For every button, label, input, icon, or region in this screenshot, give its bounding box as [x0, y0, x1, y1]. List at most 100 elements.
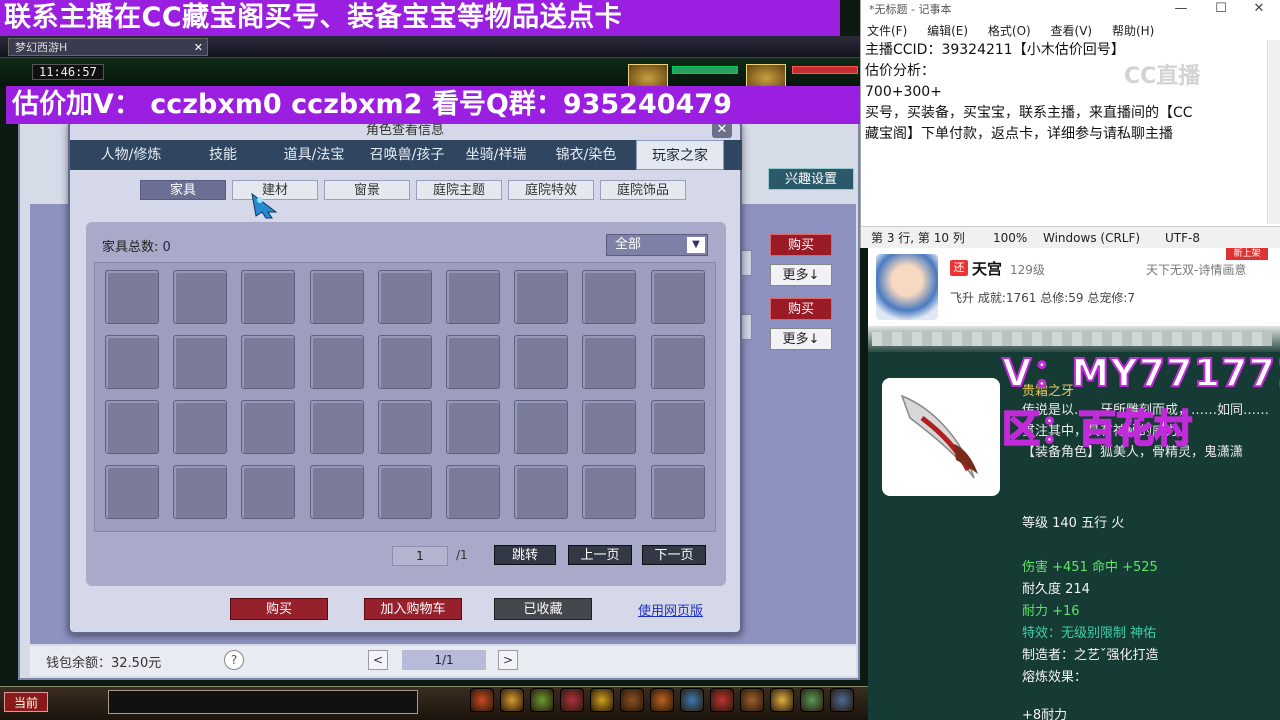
- interest-settings-button[interactable]: 兴趣设置: [768, 168, 854, 190]
- item-effect: 特效：无级别限制 神佑: [1022, 626, 1157, 641]
- furniture-slot[interactable]: [173, 335, 228, 389]
- hotbar-shortcut-icon[interactable]: [800, 688, 824, 712]
- menu-edit[interactable]: 编辑(E): [927, 24, 968, 38]
- menu-help[interactable]: 帮助(H): [1112, 24, 1154, 38]
- furniture-slot[interactable]: [105, 335, 159, 389]
- new-listing-badge: 新上架: [1226, 248, 1268, 260]
- menu-file[interactable]: 文件(F): [867, 24, 907, 38]
- furniture-slot[interactable]: [582, 270, 637, 324]
- furniture-slot[interactable]: [514, 465, 569, 519]
- buy-button[interactable]: 购买: [230, 598, 328, 620]
- listing-buy-button[interactable]: 购买: [770, 298, 832, 320]
- furniture-slot[interactable]: [241, 335, 296, 389]
- menu-view[interactable]: 查看(V): [1051, 24, 1093, 38]
- hotbar-shortcut-icon[interactable]: [470, 688, 494, 712]
- hotbar-shortcut-icon[interactable]: [650, 688, 674, 712]
- furniture-slot[interactable]: [650, 400, 705, 454]
- game-window-tab[interactable]: 梦幻西游H ✕: [8, 38, 208, 56]
- help-icon[interactable]: ?: [224, 650, 244, 670]
- hotbar-shortcut-icon[interactable]: [500, 688, 524, 712]
- subtab-window-view[interactable]: 窗景: [324, 180, 410, 200]
- favorited-button[interactable]: 已收藏: [494, 598, 592, 620]
- channel-current-button[interactable]: 当前: [4, 692, 48, 712]
- furniture-slot[interactable]: [377, 335, 432, 389]
- dialog-title: 角色查看信息: [365, 123, 444, 138]
- furniture-slot[interactable]: [309, 335, 364, 389]
- maximize-icon[interactable]: ☐: [1201, 0, 1241, 20]
- furniture-slot[interactable]: [514, 335, 569, 389]
- notepad-line: 700+300+: [865, 84, 942, 100]
- tab-character[interactable]: 人物/修炼: [88, 140, 174, 170]
- hotbar-shortcut-icon[interactable]: [530, 688, 554, 712]
- minimize-icon[interactable]: —: [1161, 0, 1201, 20]
- web-version-link[interactable]: 使用网页版: [638, 600, 703, 619]
- furniture-slot[interactable]: [650, 270, 705, 324]
- furniture-slot[interactable]: [514, 270, 569, 324]
- furniture-slot[interactable]: [582, 400, 637, 454]
- furniture-slot[interactable]: [309, 270, 364, 324]
- furniture-slot[interactable]: [241, 465, 296, 519]
- furniture-slot[interactable]: [173, 400, 228, 454]
- jump-button[interactable]: 跳转: [494, 545, 556, 565]
- furniture-slot[interactable]: [377, 465, 432, 519]
- next-page-button[interactable]: 下一页: [642, 545, 706, 565]
- subtab-furniture[interactable]: 家具: [140, 180, 226, 200]
- subtab-yard-decor[interactable]: 庭院饰品: [600, 180, 686, 200]
- tab-outfits[interactable]: 锦衣/染色: [544, 140, 628, 170]
- listing-more-button[interactable]: 更多↓: [770, 328, 832, 350]
- furniture-slot[interactable]: [582, 335, 637, 389]
- furniture-slot[interactable]: [105, 400, 159, 454]
- furniture-filter-select[interactable]: 全部 ▼: [606, 234, 708, 256]
- furniture-slot[interactable]: [650, 335, 705, 389]
- subtab-yard-theme[interactable]: 庭院主题: [416, 180, 502, 200]
- chevron-down-icon[interactable]: ▼: [687, 237, 705, 253]
- notepad-line: 估价分析：: [865, 63, 935, 79]
- hotbar-shortcut-icon[interactable]: [590, 688, 614, 712]
- tab-home[interactable]: 玩家之家: [636, 140, 724, 170]
- tab-items[interactable]: 道具/法宝: [270, 140, 358, 170]
- furniture-slot[interactable]: [446, 270, 500, 324]
- add-cart-button[interactable]: 加入购物车: [364, 598, 462, 620]
- listing-buy-button[interactable]: 购买: [770, 234, 832, 256]
- furniture-slot[interactable]: [514, 400, 569, 454]
- hotbar-shortcut-icon[interactable]: [560, 688, 584, 712]
- furniture-slot[interactable]: [650, 465, 705, 519]
- furniture-slot[interactable]: [309, 465, 364, 519]
- hotbar-shortcut-icon[interactable]: [740, 688, 764, 712]
- hotbar-shortcut-icon[interactable]: [830, 688, 854, 712]
- furniture-slot[interactable]: [582, 465, 637, 519]
- chat-input[interactable]: [108, 690, 418, 714]
- furniture-slot[interactable]: [241, 270, 296, 324]
- furniture-slot[interactable]: [377, 270, 432, 324]
- tab-mounts[interactable]: 坐骑/祥瑞: [456, 140, 536, 170]
- close-icon[interactable]: ✕: [194, 39, 203, 57]
- furniture-slot[interactable]: [446, 335, 500, 389]
- hotbar-shortcut-icon[interactable]: [770, 688, 794, 712]
- menu-format[interactable]: 格式(O): [988, 24, 1031, 38]
- hotbar-shortcut-icon[interactable]: [680, 688, 704, 712]
- furniture-slot[interactable]: [446, 400, 500, 454]
- furniture-slot[interactable]: [241, 400, 296, 454]
- footer-next-button[interactable]: >: [498, 650, 518, 670]
- prev-page-button[interactable]: 上一页: [568, 545, 632, 565]
- notepad-text-area[interactable]: 主播CCID：39324211【小木估价回号】 估价分析： 700+300+ 买…: [861, 40, 1269, 224]
- close-icon[interactable]: ✕: [712, 122, 732, 138]
- hotbar-shortcut-icon[interactable]: [710, 688, 734, 712]
- tab-pets[interactable]: 召唤兽/孩子: [360, 140, 454, 170]
- cursor-fish-icon: [251, 192, 278, 219]
- furniture-slot[interactable]: [105, 270, 159, 324]
- hotbar-shortcut-icon[interactable]: [620, 688, 644, 712]
- furniture-slot[interactable]: [377, 400, 432, 454]
- subtab-yard-effect[interactable]: 庭院特效: [508, 180, 594, 200]
- furniture-slot[interactable]: [173, 465, 228, 519]
- close-icon[interactable]: ✕: [1239, 0, 1279, 20]
- furniture-slot[interactable]: [173, 270, 228, 324]
- tab-skills[interactable]: 技能: [188, 140, 258, 170]
- footer-prev-button[interactable]: <: [368, 650, 388, 670]
- furniture-slot[interactable]: [309, 400, 364, 454]
- page-input[interactable]: 1: [392, 546, 448, 566]
- listing-more-button[interactable]: 更多↓: [770, 264, 832, 286]
- furniture-slot[interactable]: [446, 465, 500, 519]
- notepad-scrollbar[interactable]: [1267, 40, 1280, 224]
- furniture-slot[interactable]: [105, 465, 159, 519]
